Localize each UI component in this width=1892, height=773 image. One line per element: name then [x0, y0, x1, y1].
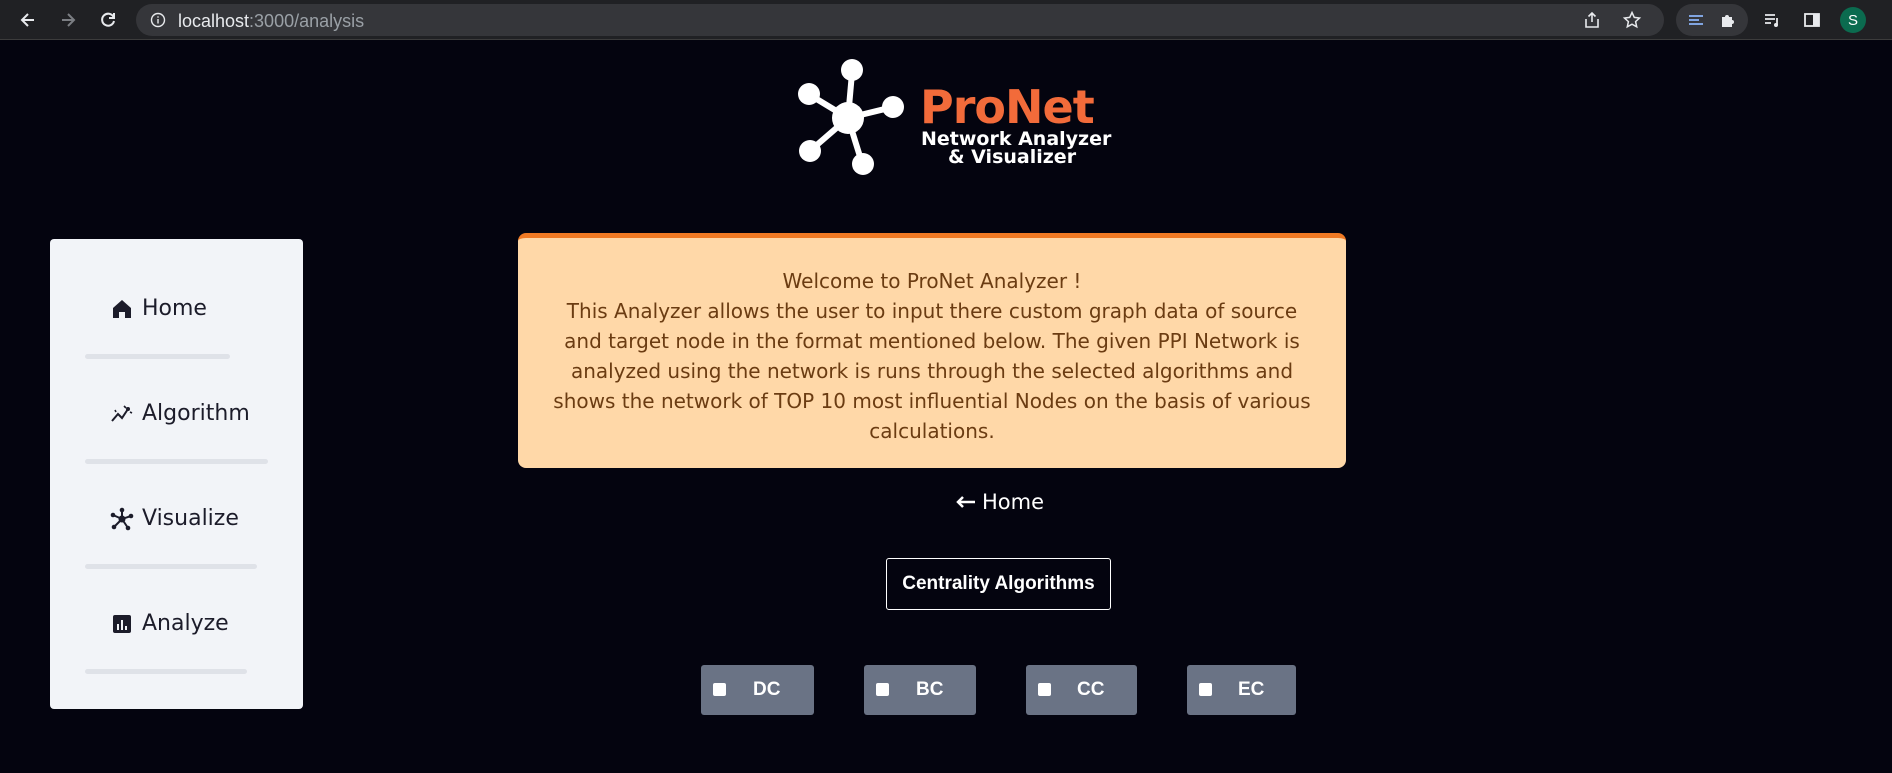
checkbox[interactable]	[1038, 683, 1051, 696]
algorithm-checkbox-ec[interactable]: EC	[1187, 665, 1296, 715]
network-icon	[110, 507, 134, 530]
checkbox[interactable]	[713, 683, 726, 696]
reload-icon[interactable]	[94, 6, 122, 34]
back-icon[interactable]	[14, 6, 42, 34]
welcome-text-line: calculations.	[869, 419, 995, 443]
algorithm-label: EC	[1238, 679, 1265, 700]
network-logo-icon	[798, 59, 904, 175]
home-icon	[113, 299, 131, 318]
sidebar-item-analyze[interactable]: Analyze	[110, 611, 229, 636]
algorithm-checkbox-cc[interactable]: CC	[1026, 665, 1137, 715]
welcome-text-line: This Analyzer allows the user to input t…	[566, 299, 1298, 323]
checkbox[interactable]	[876, 683, 889, 696]
sidebar-item-home[interactable]: Home	[110, 296, 207, 321]
bookmark-star-icon[interactable]	[1620, 8, 1644, 32]
profile-avatar[interactable]: S	[1840, 7, 1866, 33]
welcome-heading: Welcome to ProNet Analyzer !	[782, 269, 1082, 293]
url-host: localhost	[178, 11, 250, 31]
logo-title: ProNet	[920, 80, 1095, 134]
arrow-left-icon	[956, 496, 975, 508]
chart-line-icon	[111, 404, 133, 422]
sidebar-item-label: Visualize	[142, 506, 239, 531]
checkbox[interactable]	[1199, 683, 1212, 696]
url-text: localhost:3000/analysis	[178, 11, 364, 32]
algorithm-label: DC	[753, 679, 781, 700]
pronet-logo: ProNet Network Analyzer & Visualizer	[796, 58, 1111, 178]
algorithm-checkbox-bc[interactable]: BC	[864, 665, 976, 715]
home-link[interactable]: Home	[956, 490, 1044, 514]
sidebar-item-label: Algorithm	[142, 401, 250, 426]
welcome-text-line: shows the network of TOP 10 most influen…	[553, 389, 1311, 413]
reading-list-icon[interactable]	[1760, 8, 1784, 32]
sidebar-divider	[85, 564, 257, 569]
browser-toolbar: localhost:3000/analysis S	[0, 0, 1892, 40]
bar-chart-icon	[113, 614, 131, 633]
welcome-text-line: and target node in the format mentioned …	[564, 329, 1300, 353]
side-panel-icon[interactable]	[1800, 8, 1824, 32]
logo-subtitle-2: & Visualizer	[948, 146, 1077, 168]
sidebar-item-label: Home	[142, 296, 207, 321]
welcome-text-line: analyzed using the network is runs throu…	[570, 359, 1294, 383]
algorithm-label: BC	[916, 679, 944, 700]
forward-icon[interactable]	[54, 6, 82, 34]
algorithm-checkbox-dc[interactable]: DC	[701, 665, 814, 715]
address-bar[interactable]: localhost:3000/analysis	[136, 4, 1664, 36]
sidebar-item-visualize[interactable]: Visualize	[110, 506, 239, 531]
algorithm-label: CC	[1077, 679, 1105, 700]
sidebar-divider	[85, 354, 230, 359]
sidebar-item-algorithm[interactable]: Algorithm	[110, 401, 250, 426]
site-info-icon[interactable]	[150, 12, 166, 28]
sidebar: Home Algorithm Visualize Analyze	[50, 239, 303, 709]
share-icon[interactable]	[1580, 8, 1604, 32]
extensions-group	[1676, 4, 1748, 36]
puzzle-icon[interactable]	[1716, 8, 1740, 32]
centrality-algorithms-button[interactable]: Centrality Algorithms	[886, 558, 1111, 610]
home-link-label: Home	[982, 490, 1045, 514]
sidebar-divider	[85, 669, 247, 674]
sidebar-divider	[85, 459, 268, 464]
welcome-panel: Welcome to ProNet Analyzer ! This Analyz…	[518, 233, 1346, 468]
extension-list-icon[interactable]	[1684, 8, 1708, 32]
sidebar-item-label: Analyze	[142, 611, 229, 636]
url-path: :3000/analysis	[249, 11, 365, 31]
